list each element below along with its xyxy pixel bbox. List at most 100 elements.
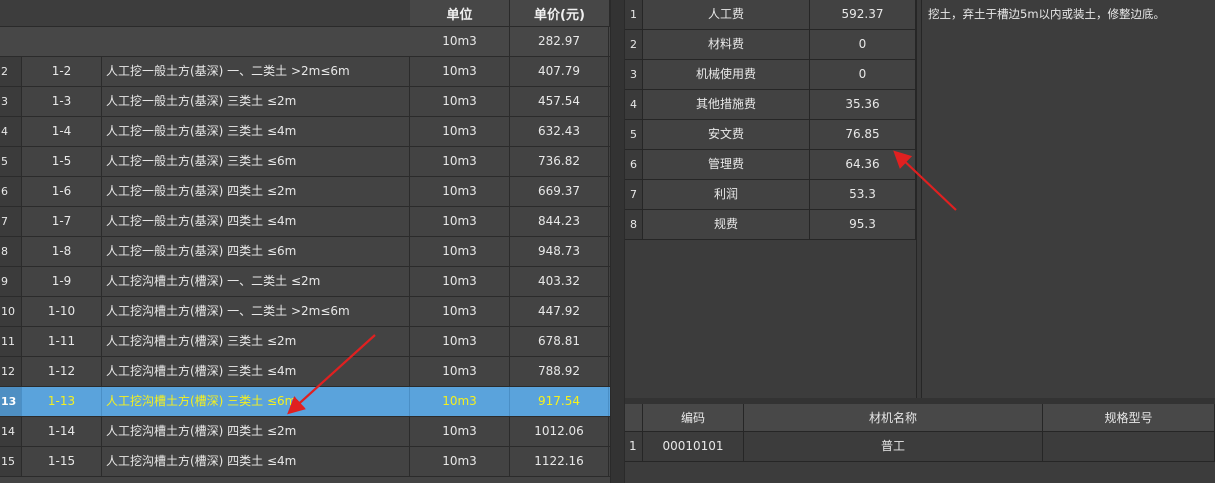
fee-name: 人工费 xyxy=(643,0,810,29)
row-unit: 10m3 xyxy=(410,117,510,146)
row-unit: 10m3 xyxy=(410,177,510,206)
row-price: 282.97 xyxy=(510,27,609,56)
table-row[interactable]: 9 1-9 人工挖沟槽土方(槽深) 一、二类土 ≤2m 10m3 403.32 xyxy=(0,267,610,297)
fee-row[interactable]: 8 规费 95.3 xyxy=(625,210,917,240)
row-code: 1-9 xyxy=(22,267,102,296)
table-row[interactable]: 13 1-13 人工挖沟槽土方(槽深) 三类土 ≤6m 10m3 917.54 xyxy=(0,387,610,417)
material-index: 1 xyxy=(625,432,643,461)
table-row[interactable]: 3 1-3 人工挖一般土方(基深) 三类土 ≤2m 10m3 457.54 xyxy=(0,87,610,117)
material-name: 普工 xyxy=(744,432,1043,461)
table-row[interactable]: 15 1-15 人工挖沟槽土方(槽深) 四类土 ≤4m 10m3 1122.16 xyxy=(0,447,610,477)
row-code: 1-2 xyxy=(22,57,102,86)
fee-name: 管理费 xyxy=(643,150,810,179)
material-header-code[interactable]: 编码 xyxy=(643,404,744,432)
row-name: 人工挖一般土方(基深) 三类土 ≤6m xyxy=(102,147,410,176)
fee-row[interactable]: 2 材料费 0 xyxy=(625,30,917,60)
row-price: 1122.16 xyxy=(510,447,609,476)
table-row[interactable]: 12 1-12 人工挖沟槽土方(槽深) 三类土 ≤4m 10m3 788.92 xyxy=(0,357,610,387)
table-row[interactable]: 4 1-4 人工挖一般土方(基深) 三类土 ≤4m 10m3 632.43 xyxy=(0,117,610,147)
column-header-price[interactable]: 单价(元) xyxy=(510,0,610,27)
row-price: 948.73 xyxy=(510,237,609,266)
fee-value: 53.3 xyxy=(810,180,916,209)
row-price: 736.82 xyxy=(510,147,609,176)
row-name: 人工挖一般土方(基深) 四类土 ≤2m xyxy=(102,177,410,206)
fee-value: 64.36 xyxy=(810,150,916,179)
fee-index: 5 xyxy=(625,120,643,149)
row-name: 人工挖一般土方(基深) 三类土 ≤4m xyxy=(102,117,410,146)
row-index: 5 xyxy=(0,147,22,176)
material-header-name[interactable]: 材机名称 xyxy=(744,404,1043,432)
row-index: 7 xyxy=(0,207,22,236)
row-price: 788.92 xyxy=(510,357,609,386)
row-index xyxy=(0,27,22,56)
fee-row[interactable]: 4 其他措施费 35.36 xyxy=(625,90,917,120)
table-row[interactable]: 10m3 282.97 xyxy=(0,27,610,57)
row-price: 669.37 xyxy=(510,177,609,206)
row-index: 2 xyxy=(0,57,22,86)
row-index: 8 xyxy=(0,237,22,266)
row-code: 1-3 xyxy=(22,87,102,116)
row-price: 457.54 xyxy=(510,87,609,116)
material-header-index xyxy=(625,404,643,432)
column-header-unit[interactable]: 单位 xyxy=(410,0,510,27)
row-unit: 10m3 xyxy=(410,417,510,446)
table-row[interactable]: 6 1-6 人工挖一般土方(基深) 四类土 ≤2m 10m3 669.37 xyxy=(0,177,610,207)
fee-index: 7 xyxy=(625,180,643,209)
fee-index: 8 xyxy=(625,210,643,239)
fee-name: 安文费 xyxy=(643,120,810,149)
panel-splitter[interactable] xyxy=(610,0,625,483)
fee-value: 0 xyxy=(810,60,916,89)
fee-index: 1 xyxy=(625,0,643,29)
material-header-spec[interactable]: 规格型号 xyxy=(1043,404,1215,432)
row-name: 人工挖沟槽土方(槽深) 一、二类土 >2m≤6m xyxy=(102,297,410,326)
table-row[interactable]: 10 1-10 人工挖沟槽土方(槽深) 一、二类土 >2m≤6m 10m3 447.92 xyxy=(0,297,610,327)
table-row[interactable]: 11 1-11 人工挖沟槽土方(槽深) 三类土 ≤2m 10m3 678.81 xyxy=(0,327,610,357)
fee-row[interactable]: 5 安文费 76.85 xyxy=(625,120,917,150)
row-code: 1-15 xyxy=(22,447,102,476)
row-code xyxy=(22,27,102,56)
row-code: 1-8 xyxy=(22,237,102,266)
table-row[interactable]: 14 1-14 人工挖沟槽土方(槽深) 四类土 ≤2m 10m3 1012.06 xyxy=(0,417,610,447)
table-row[interactable]: 8 1-8 人工挖一般土方(基深) 四类土 ≤6m 10m3 948.73 xyxy=(0,237,610,267)
row-index: 13 xyxy=(0,387,22,416)
fee-name: 材料费 xyxy=(643,30,810,59)
row-code: 1-7 xyxy=(22,207,102,236)
fee-breakdown-table: 1 人工费 592.37 2 材料费 0 3 机械使用费 0 4 其他措施费 35.36 5 安文费 76.… xyxy=(625,0,917,398)
table-row[interactable]: 5 1-5 人工挖一般土方(基深) 三类土 ≤6m 10m3 736.82 xyxy=(0,147,610,177)
row-price: 844.23 xyxy=(510,207,609,236)
row-price: 1012.06 xyxy=(510,417,609,446)
row-unit: 10m3 xyxy=(410,387,510,416)
row-index: 12 xyxy=(0,357,22,386)
row-name: 人工挖一般土方(基深) 四类土 ≤4m xyxy=(102,207,410,236)
row-code: 1-6 xyxy=(22,177,102,206)
fee-row[interactable]: 7 利润 53.3 xyxy=(625,180,917,210)
row-name: 人工挖沟槽土方(槽深) 三类土 ≤2m xyxy=(102,327,410,356)
row-unit: 10m3 xyxy=(410,27,510,56)
row-unit: 10m3 xyxy=(410,447,510,476)
row-index: 3 xyxy=(0,87,22,116)
material-table: 编码 材机名称 规格型号 1 00010101 普工 xyxy=(625,404,1215,483)
fee-value: 35.36 xyxy=(810,90,916,119)
row-index: 6 xyxy=(0,177,22,206)
work-content-description: 挖土，弃土于槽边5m以内或装土，修整边底。 xyxy=(921,0,1215,398)
material-row[interactable]: 1 00010101 普工 xyxy=(625,432,1215,462)
table-row[interactable]: 2 1-2 人工挖一般土方(基深) 一、二类土 >2m≤6m 10m3 407.79 xyxy=(0,57,610,87)
fee-row[interactable]: 3 机械使用费 0 xyxy=(625,60,917,90)
row-code: 1-10 xyxy=(22,297,102,326)
row-price: 678.81 xyxy=(510,327,609,356)
fee-index: 2 xyxy=(625,30,643,59)
fee-value: 76.85 xyxy=(810,120,916,149)
fee-row[interactable]: 6 管理费 64.36 xyxy=(625,150,917,180)
fee-row[interactable]: 1 人工费 592.37 xyxy=(625,0,917,30)
fee-index: 4 xyxy=(625,90,643,119)
row-code: 1-5 xyxy=(22,147,102,176)
table-row[interactable]: 7 1-7 人工挖一般土方(基深) 四类土 ≤4m 10m3 844.23 xyxy=(0,207,610,237)
material-spec xyxy=(1043,432,1215,461)
row-code: 1-13 xyxy=(22,387,102,416)
row-unit: 10m3 xyxy=(410,297,510,326)
row-index: 9 xyxy=(0,267,22,296)
row-unit: 10m3 xyxy=(410,207,510,236)
material-code: 00010101 xyxy=(643,432,744,461)
row-code: 1-12 xyxy=(22,357,102,386)
row-unit: 10m3 xyxy=(410,147,510,176)
